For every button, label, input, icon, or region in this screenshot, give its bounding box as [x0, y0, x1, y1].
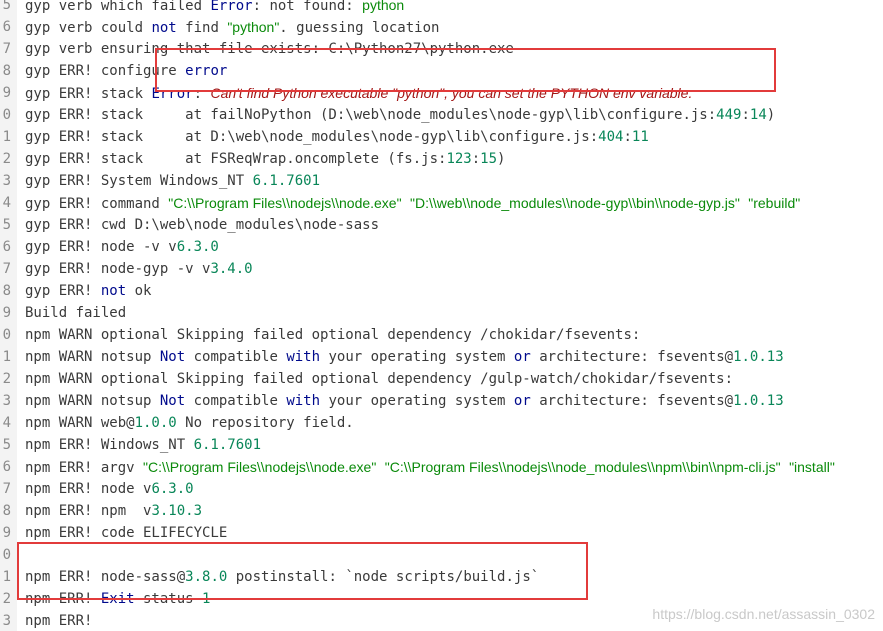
- log-line: 7 gyp verb ensuring that file exists: C:\…: [0, 38, 883, 60]
- log-line-text: npm WARN optional Skipping failed option…: [25, 327, 641, 343]
- log-line: 7 npm ERR! node v6.3.0: [0, 478, 883, 500]
- line-number: 8: [2, 63, 11, 79]
- log-line-text: gyp ERR! stack at FSReqWrap.oncomplete (…: [25, 151, 506, 167]
- line-number: 6: [2, 459, 11, 475]
- line-number: 8: [2, 283, 11, 299]
- line-number: 6: [2, 19, 11, 35]
- line-number: 1: [2, 569, 11, 585]
- line-number: 9: [2, 525, 11, 541]
- log-line: 0: [0, 544, 883, 566]
- line-number: 6: [2, 239, 11, 255]
- line-number: 3: [2, 393, 11, 409]
- log-line-text: gyp ERR! command "C:\\Program Files\\nod…: [25, 195, 801, 212]
- log-line: 5 gyp ERR! cwd D:\web\node_modules\node-s…: [0, 214, 883, 236]
- log-line: 4 npm WARN web@1.0.0 No repository field.: [0, 412, 883, 434]
- log-line: 8 npm ERR! npm v3.10.3: [0, 500, 883, 522]
- line-number: 5: [2, 217, 11, 233]
- log-line-text: gyp ERR! node-gyp -v v3.4.0: [25, 261, 253, 277]
- log-line-text: npm WARN notsup Not compatible with your…: [25, 349, 784, 365]
- log-line: 9 gyp ERR! stack Error: Can't find Python…: [0, 82, 883, 104]
- log-line: 6 npm ERR! argv "C:\\Program Files\\nodej…: [0, 456, 883, 478]
- log-line: 8 gyp ERR! configure error: [0, 60, 883, 82]
- log-line-text: gyp ERR! stack at failNoPython (D:\web\n…: [25, 107, 776, 123]
- line-number: 4: [2, 415, 11, 431]
- line-number: 2: [2, 371, 11, 387]
- log-line: 9 npm ERR! code ELIFECYCLE: [0, 522, 883, 544]
- log-line-text: npm ERR! argv "C:\\Program Files\\nodejs…: [25, 459, 835, 476]
- log-line-text: npm WARN optional Skipping failed option…: [25, 371, 734, 387]
- log-line: 8 gyp ERR! not ok: [0, 280, 883, 302]
- log-line-text: gyp verb ensuring that file exists: C:\P…: [25, 41, 514, 57]
- log-line-text: npm WARN web@1.0.0 No repository field.: [25, 415, 354, 431]
- line-number: 4: [2, 195, 11, 211]
- log-line: 9 Build failed: [0, 302, 883, 324]
- log-line-text: npm WARN notsup Not compatible with your…: [25, 393, 784, 409]
- log-line-text: gyp ERR! node -v v6.3.0: [25, 239, 219, 255]
- log-line-text: npm ERR!: [25, 613, 93, 629]
- log-line-text: Build failed: [25, 305, 127, 321]
- log-line: 1 gyp ERR! stack at D:\web\node_modules\n…: [0, 126, 883, 148]
- log-line-text: gyp verb could not find "python". guessi…: [25, 19, 440, 36]
- line-number: 5: [2, 437, 11, 453]
- log-line-text: gyp ERR! not ok: [25, 283, 152, 299]
- log-line: 2 gyp ERR! stack at FSReqWrap.oncomplete …: [0, 148, 883, 170]
- log-line: 3 gyp ERR! System Windows_NT 6.1.7601: [0, 170, 883, 192]
- log-line-text: npm ERR! Exit status 1: [25, 591, 211, 607]
- log-line-text: gyp ERR! cwd D:\web\node_modules\node-sa…: [25, 217, 380, 233]
- line-number: 9: [2, 305, 11, 321]
- log-line: 6 gyp ERR! node -v v6.3.0: [0, 236, 883, 258]
- line-number: 0: [2, 327, 11, 343]
- line-number: 2: [2, 591, 11, 607]
- log-line-text: gyp ERR! configure error: [25, 63, 228, 79]
- line-number: 0: [2, 107, 11, 123]
- log-line-text: gyp verb which failed Error: not found: …: [25, 0, 405, 14]
- log-line: 4 gyp ERR! command "C:\\Program Files\\no…: [0, 192, 883, 214]
- log-content: 5 gyp verb which failed Error: not found:…: [0, 0, 883, 631]
- line-number: 1: [2, 349, 11, 365]
- log-line-text: npm ERR! npm v3.10.3: [25, 503, 203, 519]
- log-line: 1 npm WARN notsup Not compatible with you…: [0, 346, 883, 368]
- line-number: 3: [2, 613, 11, 629]
- line-number: 5: [2, 0, 11, 13]
- log-line-text: npm ERR! Windows_NT 6.1.7601: [25, 437, 262, 453]
- line-number: 7: [2, 481, 11, 497]
- line-number: 9: [2, 85, 11, 101]
- line-number: 3: [2, 173, 11, 189]
- log-line-text: npm ERR! code ELIFECYCLE: [25, 525, 228, 541]
- log-line: 2 npm WARN optional Skipping failed optio…: [0, 368, 883, 390]
- line-number: 2: [2, 151, 11, 167]
- log-line: 0 npm WARN optional Skipping failed optio…: [0, 324, 883, 346]
- log-line: 3 npm WARN notsup Not compatible with you…: [0, 390, 883, 412]
- line-number: 8: [2, 503, 11, 519]
- watermark: https://blog.csdn.net/assassin_0302: [652, 606, 875, 622]
- line-number: 0: [2, 547, 11, 563]
- log-line-text: gyp ERR! stack Error: Can't find Python …: [25, 85, 693, 102]
- log-line: 6 gyp verb could not find "python". guess…: [0, 16, 883, 38]
- log-line: 0 gyp ERR! stack at failNoPython (D:\web\…: [0, 104, 883, 126]
- line-number: 7: [2, 261, 11, 277]
- line-number: 7: [2, 41, 11, 57]
- log-viewer[interactable]: 5 gyp verb which failed Error: not found:…: [0, 0, 883, 631]
- log-line: 5 npm ERR! Windows_NT 6.1.7601: [0, 434, 883, 456]
- log-line-text: npm ERR! node-sass@3.8.0 postinstall: `n…: [25, 569, 540, 585]
- log-line-text: gyp ERR! System Windows_NT 6.1.7601: [25, 173, 321, 189]
- log-line: 1 npm ERR! node-sass@3.8.0 postinstall: `…: [0, 566, 883, 588]
- log-line-text: npm ERR! node v6.3.0: [25, 481, 194, 497]
- line-number: 1: [2, 129, 11, 145]
- log-line-text: gyp ERR! stack at D:\web\node_modules\no…: [25, 129, 649, 145]
- log-line: 5 gyp verb which failed Error: not found:…: [0, 0, 883, 16]
- log-line: 7 gyp ERR! node-gyp -v v3.4.0: [0, 258, 883, 280]
